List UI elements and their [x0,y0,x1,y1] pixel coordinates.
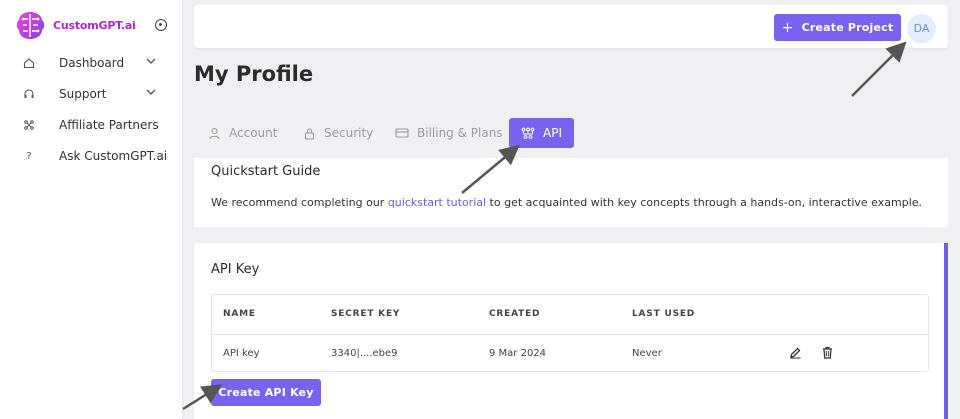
sidebar-item-label: Affiliate Partners [59,118,159,132]
delete-icon[interactable] [821,346,834,359]
row-divider [212,334,928,335]
brain-logo-icon [16,12,45,39]
tab-label: Security [324,126,374,140]
card-icon [395,126,409,140]
tab-account[interactable]: Account [207,118,277,148]
sidebar: CustomGPT.ai Dashboard Support Affiliate… [0,0,183,419]
cell-secret-key: 3340|....ebe9 [331,348,398,359]
sidebar-item-label: Dashboard [59,56,125,70]
tab-label: Account [229,126,278,140]
home-icon [22,56,36,70]
quickstart-tutorial-link[interactable]: quickstart tutorial [388,196,486,209]
sidebar-item-dashboard[interactable]: Dashboard [0,51,183,75]
quickstart-text-before: We recommend completing our [211,196,388,209]
sidebar-item-label: Support [59,87,107,101]
api-key-card: API Key NAME SECRET KEY CREATED LAST USE… [194,243,948,419]
chevron-down-icon [146,58,156,64]
quickstart-card: Quickstart Guide We recommend completing… [194,158,948,227]
plus-icon: + [781,19,794,36]
page-title: My Profile [194,62,314,86]
lock-icon [302,126,316,140]
tab-label: Billing & Plans [417,126,503,140]
avatar[interactable]: DA [907,14,936,43]
brand[interactable]: CustomGPT.ai [14,9,136,42]
create-project-button[interactable]: + Create Project [774,14,901,41]
api-key-title: API Key [211,262,260,277]
scrollbar[interactable] [944,243,948,419]
column-header-last-used: LAST USED [632,309,696,319]
cell-name: API key [223,348,260,359]
create-project-label: Create Project [801,21,894,34]
edit-icon[interactable] [789,346,802,359]
quickstart-text-after: to get acquainted with key concepts thro… [486,196,923,209]
arrow-to-avatar [851,41,907,97]
tab-api[interactable]: API [509,118,574,148]
collapse-sidebar-icon[interactable] [155,19,167,31]
create-api-key-button[interactable]: Create API Key [211,379,321,406]
network-icon [22,118,36,132]
sidebar-item-support[interactable]: Support [0,82,183,106]
brand-name: CustomGPT.ai [53,19,136,32]
chevron-down-icon [146,89,156,95]
column-header-created: CREATED [489,309,541,319]
sidebar-item-affiliate-partners[interactable]: Affiliate Partners [0,113,183,137]
sidebar-item-ask-customgpt[interactable]: ? Ask CustomGPT.ai [0,144,183,168]
user-icon [207,126,221,140]
tab-security[interactable]: Security [302,118,373,148]
top-bar: + Create Project DA [194,5,948,48]
api-icon [521,126,535,140]
column-header-secret-key: SECRET KEY [331,309,401,319]
quickstart-title: Quickstart Guide [211,164,321,179]
tab-label: API [543,126,562,140]
sidebar-item-label: Ask CustomGPT.ai [59,149,168,163]
headset-icon [22,87,36,101]
api-key-table: NAME SECRET KEY CREATED LAST USED API ke… [211,294,929,372]
tab-billing[interactable]: Billing & Plans [395,118,503,148]
column-header-name: NAME [223,309,256,319]
cell-created: 9 Mar 2024 [489,348,547,359]
quickstart-text: We recommend completing our quickstart t… [211,196,922,209]
question-icon: ? [26,150,32,162]
cell-last-used: Never [632,348,662,359]
